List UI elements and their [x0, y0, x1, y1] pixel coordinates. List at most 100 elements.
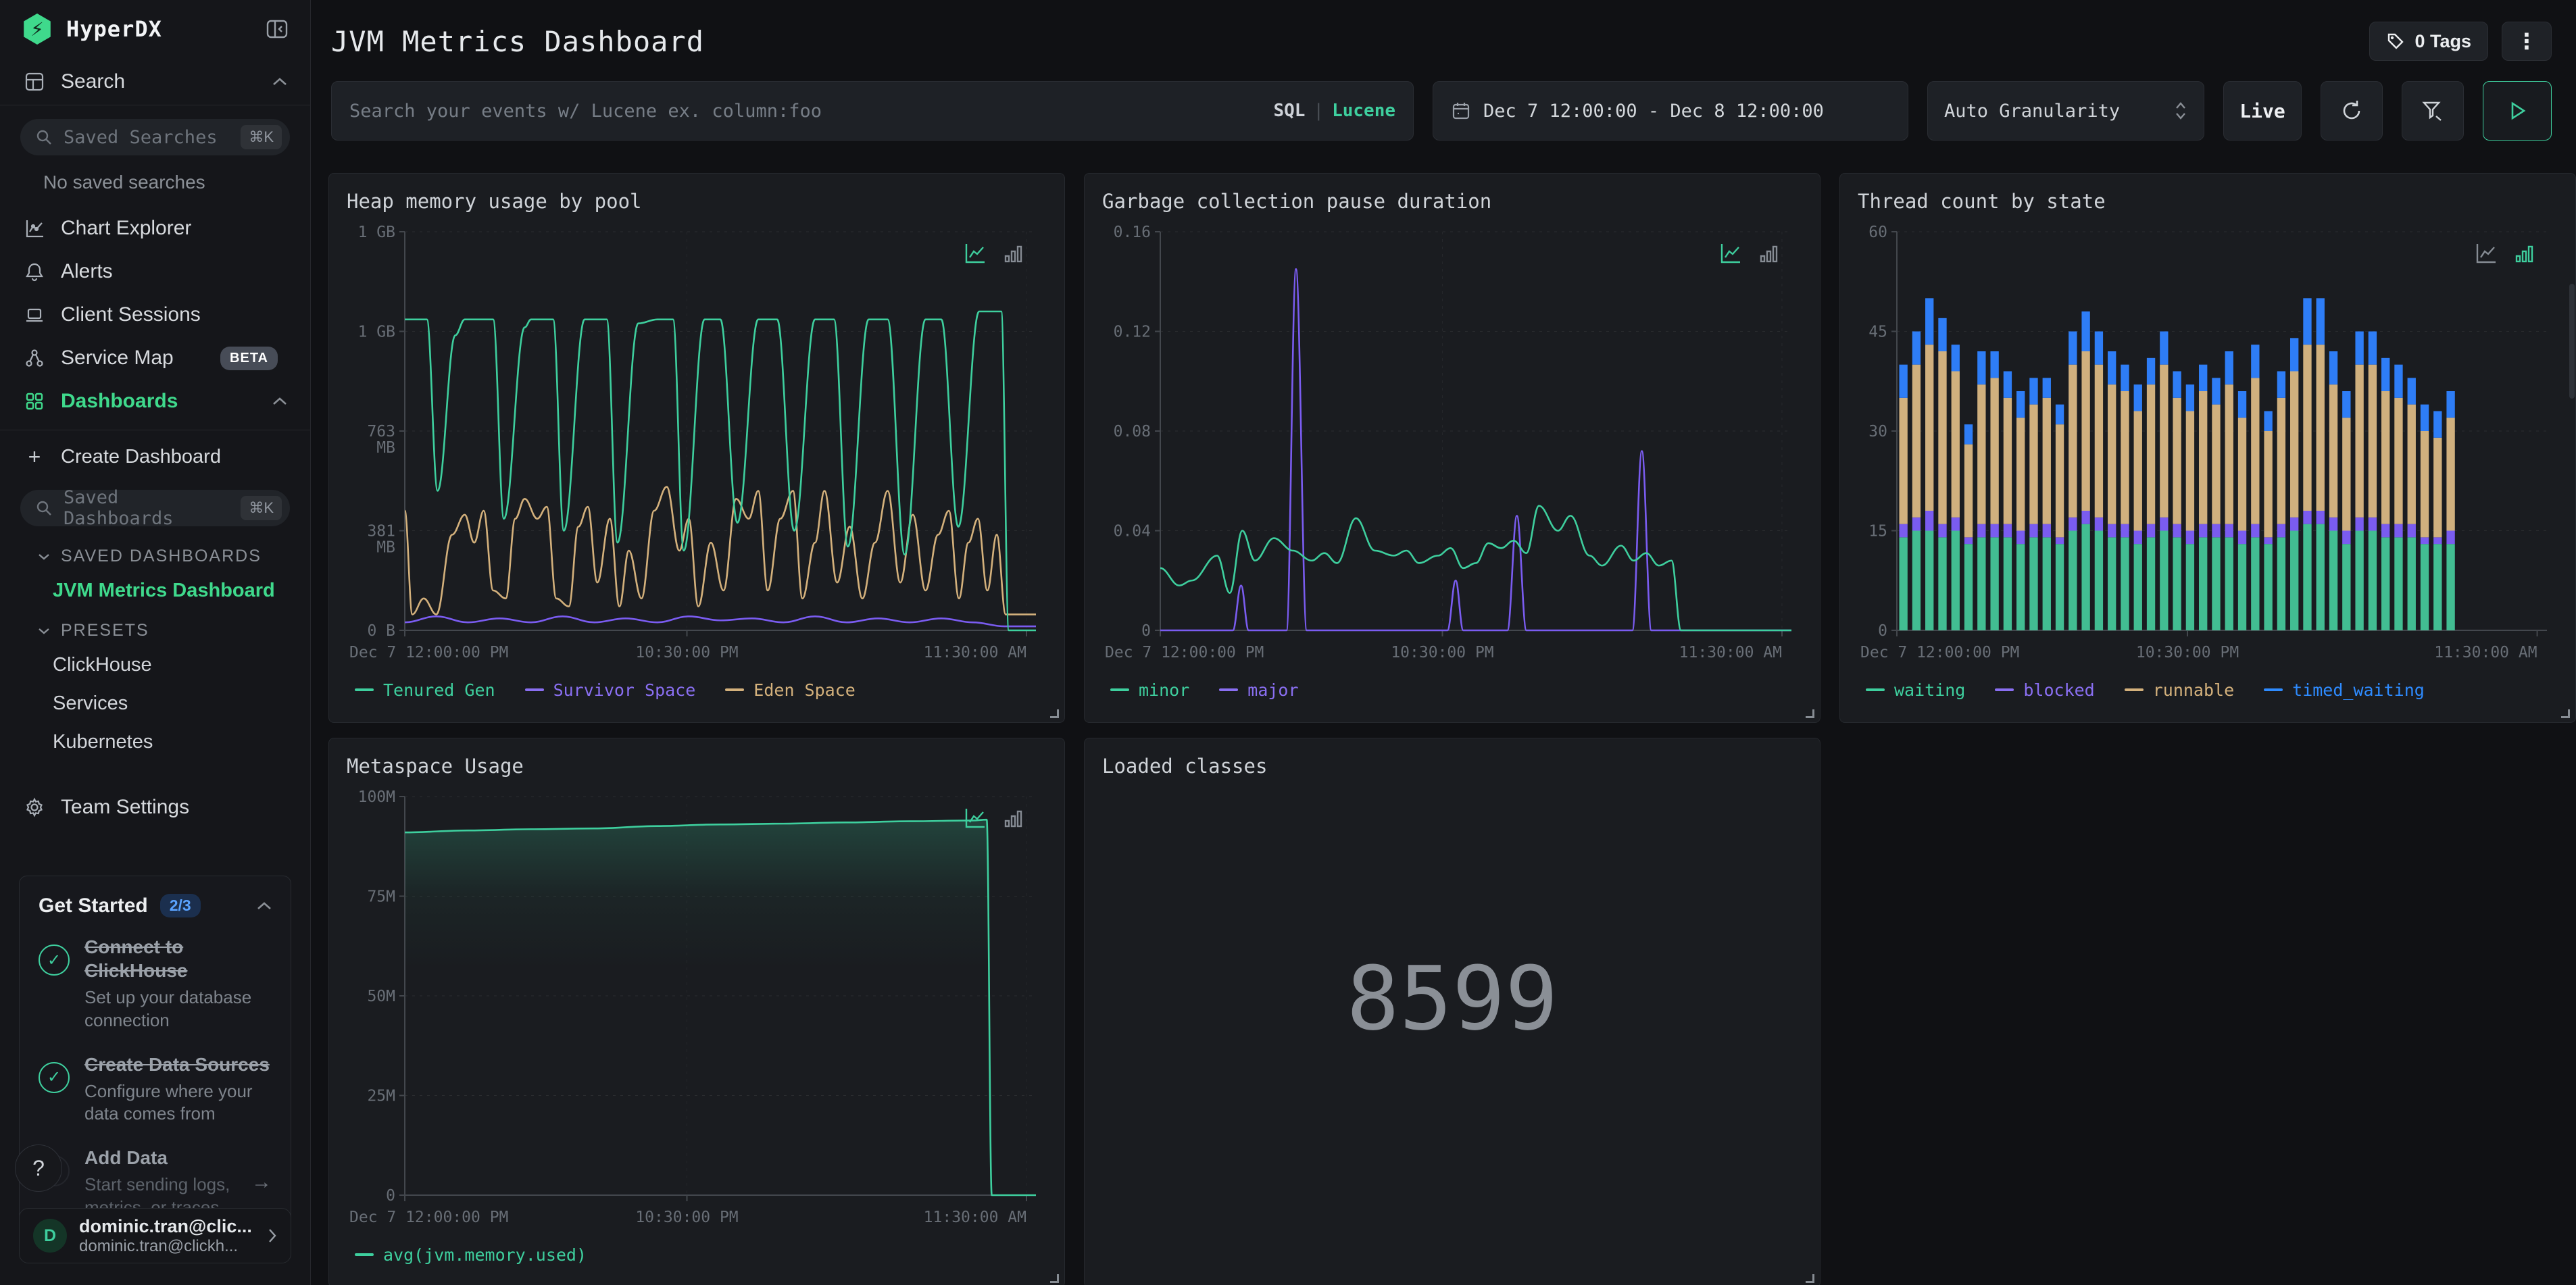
chart-canvas[interactable]: 1 GB 1 GB 763 MB 381 MB 0 B Dec 7 12:00:00 PM 10… — [347, 224, 1047, 668]
chevron-up-icon[interactable] — [257, 901, 272, 911]
live-button[interactable]: Live — [2223, 81, 2302, 141]
search-icon — [36, 501, 51, 515]
bar-chart-toggle-icon[interactable] — [2512, 241, 2536, 266]
create-dashboard-button[interactable]: + Create Dashboard — [0, 437, 310, 476]
panel-title: Loaded classes — [1102, 755, 1268, 778]
legend-item[interactable]: minor — [1110, 680, 1189, 700]
chevron-right-icon — [269, 1229, 276, 1242]
panel-resize-handle[interactable] — [1050, 709, 1059, 718]
play-icon — [2511, 101, 2526, 120]
team-settings-button[interactable]: Team Settings — [0, 786, 310, 829]
sidebar-item-service-map[interactable]: Service Map BETA — [0, 336, 310, 380]
team-settings-label: Team Settings — [61, 796, 190, 818]
legend-item[interactable]: Tenured Gen — [355, 680, 495, 700]
legend-item[interactable]: avg(jvm.memory.used) — [355, 1245, 587, 1265]
panel-resize-handle[interactable] — [1050, 1274, 1059, 1283]
filter-button[interactable] — [2402, 81, 2464, 141]
shortcut-badge: ⌘K — [241, 125, 282, 149]
legend-item[interactable]: blocked — [1995, 680, 2095, 700]
svg-text:1 GB: 1 GB — [358, 324, 395, 341]
page-title: JVM Metrics Dashboard — [331, 24, 705, 58]
create-dashboard-label: Create Dashboard — [61, 445, 221, 468]
line-chart-toggle-icon[interactable] — [963, 241, 987, 266]
svg-text:763: 763 — [367, 423, 395, 440]
section-label: PRESETS — [61, 621, 149, 640]
get-started-item[interactable]: ✓ Connect to ClickHouse Set up your data… — [39, 935, 272, 1032]
legend-item[interactable]: timed_waiting — [2264, 680, 2425, 700]
section-presets[interactable]: PRESETS — [0, 610, 310, 646]
svg-text:0: 0 — [1141, 622, 1151, 640]
lucene-toggle[interactable]: Lucene — [1332, 101, 1395, 121]
chevron-down-icon — [39, 628, 49, 634]
line-chart-toggle-icon[interactable] — [2474, 241, 2498, 266]
saved-dashboard-jvm-metrics[interactable]: JVM Metrics Dashboard — [0, 572, 310, 610]
sql-toggle[interactable]: SQL — [1273, 101, 1305, 121]
preset-services[interactable]: Services — [0, 684, 310, 723]
sidebar-item-client-sessions[interactable]: Client Sessions — [0, 293, 310, 336]
svg-text:11:30:00 AM: 11:30:00 AM — [1679, 644, 1782, 661]
get-started-item[interactable]: ✓ Create Data Sources Configure where yo… — [39, 1053, 272, 1126]
tags-label: 0 Tags — [2414, 30, 2471, 51]
svg-text:0: 0 — [386, 1187, 395, 1205]
chart-canvas[interactable]: 60 45 30 15 0 Dec 7 12:00:00 PM 10:30:00 PM 11:… — [1858, 224, 2558, 668]
svg-text:0.04: 0.04 — [1114, 523, 1151, 540]
filter-edit-icon — [2422, 101, 2442, 121]
chart-legend: waiting blocked runnable timed_waiting — [1858, 668, 2558, 711]
panel-title: Garbage collection pause duration — [1102, 190, 1492, 213]
saved-searches-placeholder: Saved Searches — [64, 126, 218, 148]
panel-resize-handle[interactable] — [1806, 709, 1814, 718]
sidebar-item-chart-explorer[interactable]: Chart Explorer — [0, 207, 310, 250]
legend-item[interactable]: major — [1219, 680, 1299, 700]
section-saved-dashboards[interactable]: SAVED DASHBOARDS — [0, 536, 310, 572]
svg-text:Dec 7 12:00:00 PM: Dec 7 12:00:00 PM — [1105, 644, 1264, 661]
line-chart-toggle-icon[interactable] — [1718, 241, 1743, 266]
svg-text:45: 45 — [1868, 324, 1887, 341]
no-saved-searches-text: No saved searches — [43, 172, 205, 193]
tags-button[interactable]: 0 Tags — [2369, 22, 2488, 61]
search-placeholder: Search your events w/ Lucene ex. column:… — [349, 100, 822, 122]
sidebar-item-dashboards[interactable]: Dashboards — [0, 380, 310, 423]
user-menu[interactable]: D dominic.tran@clic... dominic.tran@clic… — [19, 1208, 291, 1263]
dashboard-menu-button[interactable]: ⋮ — [2502, 22, 2552, 61]
panel-resize-handle[interactable] — [1806, 1274, 1814, 1283]
sidebar-section-search[interactable]: Search — [0, 58, 310, 105]
bar-chart-toggle-icon[interactable] — [1756, 241, 1781, 266]
scrollbar-thumb[interactable] — [2569, 284, 2575, 399]
sidebar-item-alerts[interactable]: Alerts — [0, 250, 310, 293]
sidebar-item-label: Client Sessions — [61, 303, 201, 326]
run-query-button[interactable] — [2483, 81, 2552, 141]
legend-item[interactable]: Eden Space — [725, 680, 856, 700]
chart-legend: avg(jvm.memory.used) — [347, 1233, 1047, 1276]
refresh-button[interactable] — [2321, 81, 2383, 141]
svg-text:Dec 7 12:00:00 PM: Dec 7 12:00:00 PM — [349, 644, 508, 661]
preset-clickhouse[interactable]: ClickHouse — [0, 646, 310, 684]
service-map-icon — [23, 348, 46, 368]
bar-chart-toggle-icon[interactable] — [1001, 241, 1025, 266]
saved-searches-input[interactable]: Saved Searches ⌘K — [20, 119, 290, 155]
sidebar-collapse-icon[interactable] — [266, 18, 289, 41]
line-chart-toggle-icon[interactable] — [963, 806, 987, 830]
date-range-picker[interactable]: Dec 7 12:00:00 - Dec 8 12:00:00 — [1433, 81, 1908, 141]
svg-text:1 GB: 1 GB — [358, 224, 395, 241]
svg-text:10:30:00 PM: 10:30:00 PM — [2136, 644, 2239, 661]
panel-resize-handle[interactable] — [2561, 709, 2570, 718]
refresh-icon — [2343, 101, 2360, 120]
dashboards-icon — [23, 391, 46, 411]
chart-canvas[interactable]: 0.16 0.12 0.08 0.04 0 Dec 7 12:00:00 PM 10:30:… — [1102, 224, 1802, 668]
svg-text:381: 381 — [367, 523, 395, 540]
legend-item[interactable]: Survivor Space — [524, 680, 695, 700]
granularity-select[interactable]: Auto Granularity — [1927, 81, 2204, 141]
panel-heap-memory: Heap memory usage by pool 1 GB 1 GB 763 MB 3… — [328, 173, 1065, 723]
event-search-input[interactable]: Search your events w/ Lucene ex. column:… — [331, 81, 1414, 141]
help-button[interactable]: ? — [15, 1144, 62, 1192]
legend-item[interactable]: waiting — [1866, 680, 1965, 700]
saved-dashboards-input[interactable]: Saved Dashboards ⌘K — [20, 487, 290, 529]
chart-canvas[interactable]: 100M 75M 50M 25M 0 Dec 7 12:00:00 PM 10:30:00 … — [347, 788, 1047, 1233]
preset-kubernetes[interactable]: Kubernetes — [0, 723, 310, 761]
legend-item[interactable]: runnable — [2124, 680, 2234, 700]
svg-text:0: 0 — [1878, 622, 1887, 640]
panel-loaded-classes: Loaded classes 8599 — [1084, 738, 1820, 1285]
bar-chart-toggle-icon[interactable] — [1001, 806, 1025, 830]
bell-icon — [23, 261, 46, 282]
check-circle-icon: ✓ — [39, 944, 70, 976]
